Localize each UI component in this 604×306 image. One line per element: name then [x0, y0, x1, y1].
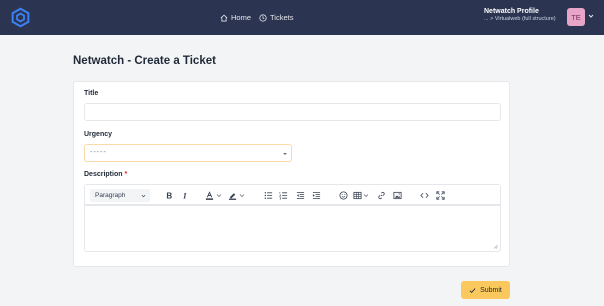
title-input[interactable] — [84, 103, 501, 121]
block-format-value: Paragraph — [95, 192, 126, 199]
outdent-icon[interactable] — [296, 191, 305, 200]
numbered-list-icon[interactable] — [279, 191, 288, 200]
highlight-icon[interactable] — [228, 191, 237, 200]
profile-name: Netwatch Profile — [484, 8, 539, 15]
chevron-down-icon — [141, 194, 146, 198]
home-icon — [220, 14, 228, 21]
urgency-select[interactable]: ----- — [84, 144, 292, 162]
chevron-down-icon[interactable] — [239, 191, 245, 200]
urgency-label: Urgency — [84, 131, 113, 138]
profile-info[interactable]: Netwatch Profile ... > Virtualweb (full … — [484, 8, 556, 22]
nav-home-label: Home — [231, 13, 252, 22]
chevron-down-icon[interactable] — [216, 191, 222, 200]
avatar[interactable]: TE — [567, 8, 585, 26]
description-label: Description * — [84, 171, 127, 178]
nav-tickets-label: Tickets — [270, 13, 294, 22]
required-marker: * — [124, 171, 128, 178]
title-label: Title — [84, 90, 99, 97]
bold-icon[interactable]: B — [165, 191, 174, 200]
chevron-down-icon[interactable] — [363, 191, 369, 200]
profile-subtitle: ... > Virtualweb (full structure) — [484, 16, 556, 22]
app-logo-icon[interactable] — [10, 7, 31, 28]
description-label-text: Description — [84, 171, 123, 178]
submit-button[interactable]: Submit — [461, 281, 510, 299]
ticket-form-card: Title Urgency ----- Description * Paragr… — [73, 81, 510, 267]
nav-tickets[interactable]: Tickets — [259, 0, 293, 35]
svg-text:I: I — [182, 192, 187, 200]
description-editor[interactable]: Paragraph B I — [84, 184, 501, 252]
chevron-down-icon[interactable] — [588, 13, 594, 19]
fullscreen-icon[interactable] — [436, 191, 445, 200]
font-color-icon[interactable] — [205, 191, 214, 200]
image-icon[interactable] — [393, 191, 402, 200]
urgency-selected-value: ----- — [90, 149, 107, 156]
indent-icon[interactable] — [312, 191, 321, 200]
check-icon — [469, 287, 476, 293]
select-arrow-icon — [283, 153, 287, 155]
table-icon[interactable] — [353, 191, 362, 200]
bulleted-list-icon[interactable] — [264, 191, 273, 200]
emoji-icon[interactable] — [339, 191, 348, 200]
block-format-dropdown[interactable]: Paragraph — [90, 189, 150, 202]
submit-label: Submit — [480, 286, 502, 294]
resize-handle-icon[interactable] — [493, 244, 498, 249]
svg-text:B: B — [166, 192, 172, 200]
clock-icon — [259, 13, 267, 22]
editor-toolbar: Paragraph B I — [85, 185, 500, 206]
nav-home[interactable]: Home — [220, 0, 251, 35]
source-code-icon[interactable] — [420, 191, 429, 200]
page-title: Netwatch - Create a Ticket — [73, 55, 216, 67]
top-navbar: Home Tickets Netwatch Profile ... > Virt… — [0, 0, 604, 35]
italic-icon[interactable]: I — [181, 191, 190, 200]
link-icon[interactable] — [377, 191, 386, 200]
